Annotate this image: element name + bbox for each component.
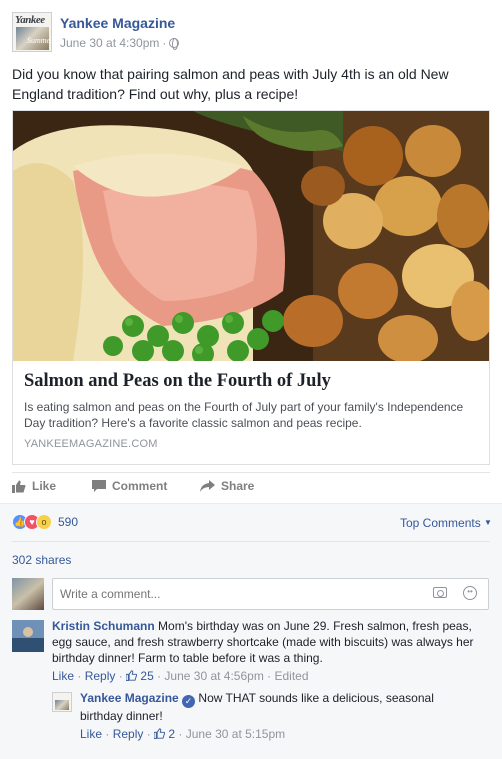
comment-composer: •• <box>12 578 490 610</box>
reply-body: Yankee Magazine ✓ Now THAT sounds like a… <box>80 690 460 724</box>
page-avatar[interactable]: Yankee Summer <box>12 12 52 52</box>
reactions-divider <box>12 541 490 542</box>
link-preview-card[interactable]: Salmon and Peas on the Fourth of July Is… <box>12 110 490 465</box>
camera-icon[interactable] <box>433 587 447 598</box>
share-label: Share <box>221 479 255 493</box>
post-header: Yankee Summer Yankee Magazine June 30 at… <box>12 12 490 52</box>
smiley-icon[interactable]: •• <box>463 586 477 600</box>
comment-input[interactable] <box>52 578 489 610</box>
reply-author-avatar[interactable] <box>52 692 72 712</box>
top-comments-label: Top Comments <box>400 516 481 530</box>
comment-label: Comment <box>112 479 168 493</box>
like-button[interactable]: Like <box>12 479 56 493</box>
link-domain: YANKEEMAGAZINE.COM <box>24 438 158 450</box>
verified-badge-icon: ✓ <box>182 695 196 708</box>
reply-like-link[interactable]: Like <box>80 727 102 741</box>
comment-body: Kristin Schumann Mom's birthday was on J… <box>52 618 490 666</box>
globe-icon[interactable] <box>169 38 180 50</box>
reply-like-count[interactable]: 2 <box>168 727 175 741</box>
comment-like-count[interactable]: 25 <box>140 669 153 683</box>
reply-timestamp[interactable]: June 30 at 5:15pm <box>186 727 285 741</box>
comment-like-link[interactable]: Like <box>52 669 74 683</box>
link-preview-image[interactable] <box>13 111 489 361</box>
share-button[interactable]: Share <box>200 479 254 493</box>
current-user-avatar[interactable] <box>12 578 44 610</box>
comment-author[interactable]: Kristin Schumann <box>52 619 155 633</box>
reply-reply-link[interactable]: Reply <box>113 727 144 741</box>
comment-edited[interactable]: Edited <box>275 669 309 683</box>
post-text: Did you know that pairing salmon and pea… <box>12 66 449 102</box>
reply-meta: Like · Reply · 2 · June 30 at 5:15pm <box>80 727 286 741</box>
reaction-summary[interactable]: 👍 ♥ o 590 <box>12 514 78 530</box>
reaction-count[interactable]: 590 <box>58 515 78 529</box>
share-count[interactable]: 302 shares <box>12 553 71 567</box>
commenter-avatar[interactable] <box>12 620 44 652</box>
post-action-bar: Like Comment Share <box>12 476 490 500</box>
share-arrow-icon <box>200 480 215 492</box>
comment-meta: Like · Reply · 25 · June 30 at 4:56pm · … <box>52 669 309 683</box>
salmon-and-peas-photo <box>13 111 489 361</box>
wow-reaction-icon: o <box>36 514 52 530</box>
post-timestamp[interactable]: June 30 at 4:30pm <box>60 36 159 50</box>
reply-like-count-icon <box>154 728 166 739</box>
actions-divider <box>12 472 490 473</box>
comment-timestamp[interactable]: June 30 at 4:56pm <box>164 669 263 683</box>
reply-author[interactable]: Yankee Magazine <box>80 691 179 705</box>
link-title[interactable]: Salmon and Peas on the Fourth of July <box>24 371 331 392</box>
meta-separator: · <box>162 36 167 50</box>
comment-bubble-icon <box>92 479 106 492</box>
comment-reply-link[interactable]: Reply <box>85 669 116 683</box>
caret-down-icon: ▼ <box>484 518 492 527</box>
top-comments-dropdown[interactable]: Top Comments ▼ <box>400 516 492 530</box>
avatar-subtitle: Summer <box>27 36 52 45</box>
like-label: Like <box>32 479 57 493</box>
post-meta: June 30 at 4:30pm · <box>60 36 180 50</box>
link-description: Is eating salmon and peas on the Fourth … <box>24 400 464 430</box>
avatar-masthead: Yankee <box>15 14 45 26</box>
page-name-link[interactable]: Yankee Magazine <box>60 15 175 31</box>
comment-like-count-icon <box>126 670 138 681</box>
comment-button[interactable]: Comment <box>92 479 167 493</box>
thumbs-up-icon <box>12 480 26 493</box>
